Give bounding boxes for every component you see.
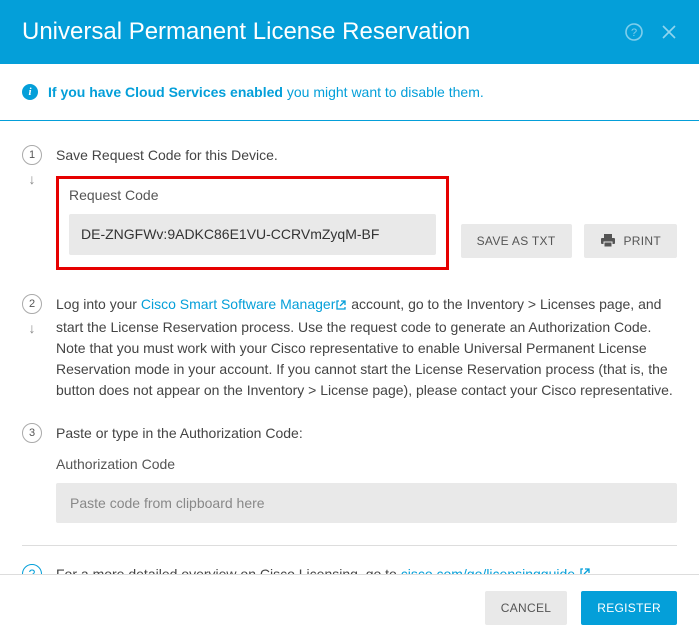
step-1-content: Save Request Code for this Device. Reque… (56, 145, 677, 272)
external-link-icon (579, 566, 591, 574)
cancel-button[interactable]: CANCEL (485, 591, 567, 625)
help-text: For a more detailed overview on Cisco Li… (56, 566, 591, 574)
step-2: 2 ↓ Log into your Cisco Smart Software M… (22, 294, 677, 401)
modal-body: 1 ↓ Save Request Code for this Device. R… (0, 121, 699, 574)
save-as-txt-button[interactable]: SAVE AS TXT (461, 224, 572, 258)
print-button-label: PRINT (624, 234, 662, 248)
modal-footer: CANCEL REGISTER (0, 574, 699, 641)
help-icon[interactable]: ? (625, 23, 643, 41)
step-3: 3 Paste or type in the Authorization Cod… (22, 423, 677, 523)
chevron-down-icon: ↓ (29, 171, 36, 187)
step-2-number: 2 (22, 294, 42, 314)
step-3-number: 3 (22, 423, 42, 443)
request-code-highlight: Request Code DE-ZNGFWv:9ADKC86E1VU-CCRVm… (56, 176, 449, 270)
auth-code-label: Authorization Code (56, 454, 677, 475)
step-3-title: Paste or type in the Authorization Code: (56, 423, 677, 444)
request-code-label: Request Code (69, 185, 436, 206)
info-rest-text: you might want to disable them. (283, 84, 484, 100)
step-1-marker: 1 ↓ (22, 145, 42, 272)
license-reservation-modal: Universal Permanent License Reservation … (0, 0, 699, 641)
step-2-marker: 2 ↓ (22, 294, 42, 401)
smart-software-manager-link[interactable]: Cisco Smart Software Manager (141, 296, 348, 312)
step-3-marker: 3 (22, 423, 42, 523)
step-2-pre: Log into your (56, 296, 141, 312)
info-text: If you have Cloud Services enabled you m… (48, 84, 484, 100)
print-icon (600, 234, 616, 248)
external-link-icon (335, 296, 347, 317)
info-banner: i If you have Cloud Services enabled you… (0, 64, 699, 121)
help-row: ? For a more detailed overview on Cisco … (22, 545, 677, 574)
question-icon: ? (22, 564, 42, 574)
step-3-content: Paste or type in the Authorization Code:… (56, 423, 677, 523)
modal-header: Universal Permanent License Reservation … (0, 0, 699, 64)
step-1-title: Save Request Code for this Device. (56, 145, 677, 166)
step-1: 1 ↓ Save Request Code for this Device. R… (22, 145, 677, 272)
help-text-pre: For a more detailed overview on Cisco Li… (56, 566, 401, 574)
svg-text:?: ? (631, 27, 637, 39)
close-icon[interactable] (661, 24, 677, 40)
request-code-value: DE-ZNGFWv:9ADKC86E1VU-CCRVmZyqM-BF (69, 214, 436, 255)
info-icon: i (22, 84, 38, 100)
step-2-content: Log into your Cisco Smart Software Manag… (56, 294, 677, 401)
register-button[interactable]: REGISTER (581, 591, 677, 625)
step-1-number: 1 (22, 145, 42, 165)
licensing-guide-link[interactable]: cisco.com/go/licensingguide (401, 566, 591, 574)
chevron-down-icon: ↓ (29, 320, 36, 336)
modal-title: Universal Permanent License Reservation (22, 18, 470, 46)
print-button[interactable]: PRINT (584, 224, 678, 258)
header-actions: ? (625, 23, 677, 41)
info-bold-text: If you have Cloud Services enabled (48, 84, 283, 100)
authorization-code-input[interactable] (56, 483, 677, 523)
